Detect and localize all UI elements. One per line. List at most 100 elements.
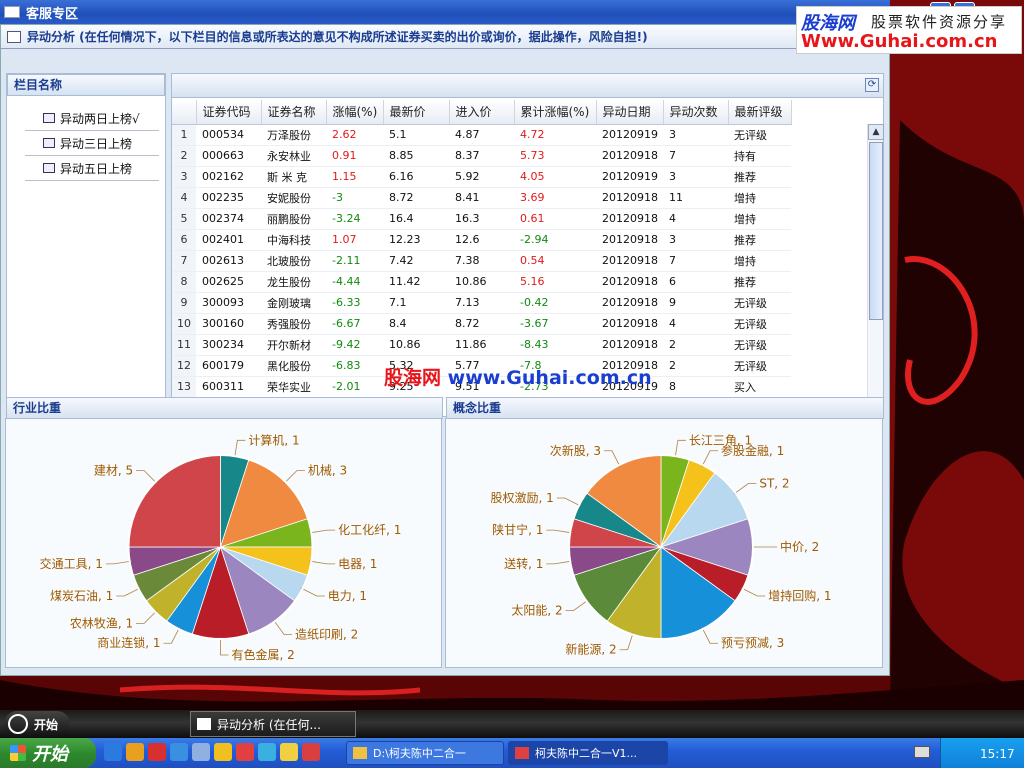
table-cell: 300093 (196, 292, 261, 314)
table-cell: 8.41 (449, 187, 514, 209)
pie-label: 化工化纤, 1 (338, 523, 401, 537)
row-index: 5 (172, 208, 196, 230)
table-row[interactable]: 11 300234 开尔新材 -9.42 10.86 11.86 -8.43 20120918… (172, 334, 791, 356)
app-shortcut-icon[interactable] (258, 743, 276, 761)
ie-icon[interactable] (104, 743, 122, 761)
pie-label: 新能源, 2 (565, 642, 616, 657)
watermark-overlay: 股海网 www.Guhai.com.cn (384, 363, 652, 390)
table-cell: 龙生股份 (261, 271, 326, 293)
table-cell: 16.3 (449, 208, 514, 230)
table-cell: 10.86 (383, 334, 449, 356)
table-cell: 8.72 (449, 313, 514, 335)
table-cell: 002374 (196, 208, 261, 230)
table-row[interactable]: 6 002401 中海科技 1.07 12.23 12.6 -2.94 20120918 3 推荐 (172, 229, 791, 251)
column-header[interactable]: 异动日期 (596, 100, 664, 125)
taskbar-app-button[interactable]: 柯夫陈中二合一V1... (508, 741, 668, 765)
table-cell: 300160 (196, 313, 261, 335)
table-row[interactable]: 7 002613 北玻股份 -2.11 7.42 7.38 0.54 20120918 7 增持 (172, 250, 791, 272)
pie-label: ST, 2 (759, 477, 789, 491)
table-row[interactable]: 10 300160 秀强股份 -6.67 8.4 8.72 -3.67 20120918 4 无评… (172, 313, 791, 335)
table-cell: 0.61 (514, 208, 596, 230)
column-header[interactable]: 证券代码 (196, 100, 262, 125)
ie-icon[interactable] (170, 743, 188, 761)
pie-label: 参股金融, 1 (721, 443, 784, 458)
app-shortcut-icon[interactable] (126, 743, 144, 761)
table-cell: 002625 (196, 271, 261, 293)
pie-label: 煤炭石油, 1 (50, 589, 113, 603)
app-task-button[interactable]: 异动分析 (在任何... (190, 711, 356, 737)
app-shortcut-icon[interactable] (302, 743, 320, 761)
app-shortcut-icon[interactable] (148, 743, 166, 761)
table-cell: 3 (663, 229, 728, 251)
concept-pie-chart: 长江三角, 1 参股金融, 1 ST, 2 中价, 2 增持回购, 1 预亏预减, 3 新能… (445, 418, 883, 668)
nav-item-three-day[interactable]: 异动三日上榜 (25, 131, 159, 156)
app-start-label: 开始 (34, 717, 59, 732)
pie-label: 农林牧渔, 1 (70, 616, 133, 630)
window-titlebar[interactable]: 客服专区 (0, 0, 890, 24)
pie-slice[interactable] (128, 454, 221, 548)
table-row[interactable]: 5 002374 丽鹏股份 -3.24 16.4 16.3 0.61 20120918 4 增持 (172, 208, 791, 230)
table-cell: 1.07 (326, 229, 383, 251)
table-cell: 002235 (196, 187, 261, 209)
scroll-up-icon[interactable]: ▲ (868, 124, 884, 140)
column-header[interactable]: 异动次数 (663, 100, 729, 125)
table-row[interactable]: 1 000534 万泽股份 2.62 5.1 4.87 4.72 20120919 3 无评级 (172, 124, 791, 146)
vertical-scrollbar[interactable]: ▲ ▼ (867, 124, 884, 416)
app-shortcut-icon[interactable] (236, 743, 254, 761)
column-header[interactable]: 涨幅(%) (326, 100, 384, 125)
nav-item-two-day[interactable]: 异动两日上榜√ (25, 106, 159, 131)
nav-item-label: 异动五日上榜 (60, 161, 133, 176)
column-header[interactable]: 累计涨幅(%) (514, 100, 597, 125)
table-cell: -2.11 (326, 250, 383, 272)
watermark-url: Www.Guhai.com.cn (801, 31, 998, 52)
keyboard-icon[interactable] (914, 746, 930, 758)
app-shortcut-icon[interactable] (280, 743, 298, 761)
table-cell: 荣华实业 (261, 376, 326, 398)
row-index-header (172, 100, 197, 125)
table-cell: 推荐 (728, 229, 791, 251)
table-cell: 黑化股份 (261, 355, 326, 377)
scroll-thumb[interactable] (869, 142, 883, 320)
quick-launch (104, 743, 320, 761)
app-shortcut-icon[interactable] (214, 743, 232, 761)
watermark-logo: 股海网 股票软件资源分享 Www.Guhai.com.cn (796, 6, 1022, 54)
table-row[interactable]: 3 002162 斯 米 克 1.15 6.16 5.92 4.05 20120919 3 推荐 (172, 166, 791, 188)
pie-label: 机械, 3 (308, 463, 347, 478)
column-header[interactable]: 证券名称 (261, 100, 327, 125)
table-row[interactable]: 2 000663 永安林业 0.91 8.85 8.37 5.73 20120918 7 持有 (172, 145, 791, 167)
table-cell: -2.94 (514, 229, 596, 251)
table-cell: 002162 (196, 166, 261, 188)
row-index: 3 (172, 166, 196, 188)
app-task-label: 异动分析 (在任何... (217, 717, 321, 732)
table-cell: 北玻股份 (261, 250, 326, 272)
concept-chart-header: 概念比重 (446, 397, 884, 419)
column-header[interactable]: 最新价 (383, 100, 450, 125)
app-icon (515, 747, 529, 759)
app-shortcut-icon[interactable] (192, 743, 210, 761)
table-cell: -0.42 (514, 292, 596, 314)
pie-leader-line (116, 587, 141, 597)
table-cell: 10.86 (449, 271, 514, 293)
table-row[interactable]: 8 002625 龙生股份 -4.44 11.42 10.86 5.16 20120918 6 推… (172, 271, 791, 293)
table-cell: 中海科技 (261, 229, 326, 251)
pie-label: 增持回购, 1 (768, 588, 831, 603)
column-header[interactable]: 进入价 (449, 100, 515, 125)
pie-leader-line (273, 619, 292, 635)
app-taskbar (0, 710, 1024, 738)
start-button[interactable]: 开始 (0, 738, 96, 768)
envelope-icon (4, 6, 20, 18)
column-list-header: 栏目名称 (7, 74, 165, 96)
nav-item-five-day[interactable]: 异动五日上榜 (25, 156, 159, 181)
table-row[interactable]: 4 002235 安妮股份 -3 8.72 8.41 3.69 20120918 11 增持 (172, 187, 791, 209)
pie-leader-line (300, 587, 325, 597)
column-header[interactable]: 最新评级 (728, 100, 792, 125)
table-cell: 2.62 (326, 124, 383, 146)
table-row[interactable]: 9 300093 金刚玻璃 -6.33 7.1 7.13 -0.42 20120918 9 无评级 (172, 292, 791, 314)
taskbar-folder-button[interactable]: D:\柯夫陈中二合一 (346, 741, 504, 765)
table-cell: -3.24 (326, 208, 383, 230)
table-cell: 11.86 (449, 334, 514, 356)
clock[interactable]: 15:17 (980, 747, 1015, 761)
refresh-icon[interactable]: ⟳ (865, 78, 879, 92)
table-cell: 002613 (196, 250, 261, 272)
app-start-button[interactable]: 开始 (4, 711, 70, 737)
